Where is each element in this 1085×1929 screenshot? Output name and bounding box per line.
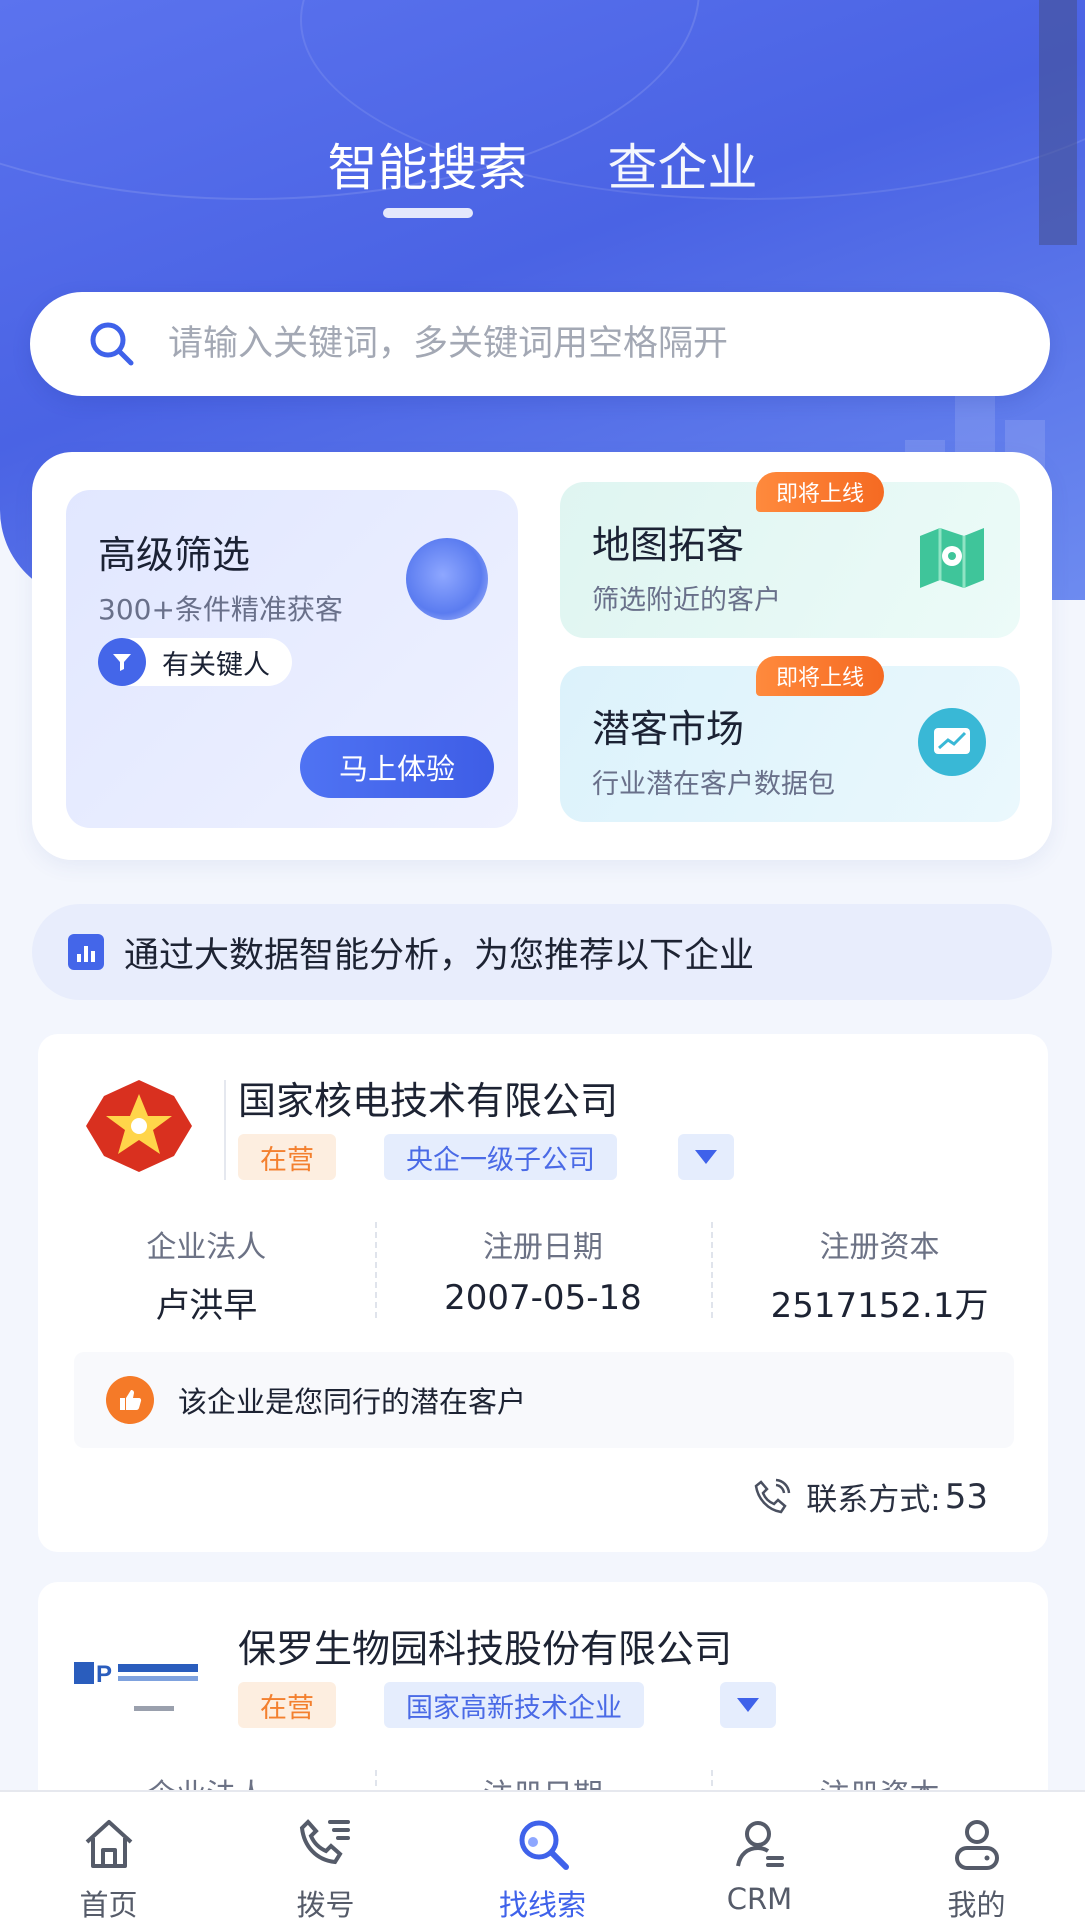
company-type-tag: 国家高新技术企业 [384, 1682, 644, 1728]
nav-crm-label: CRM [726, 1882, 793, 1916]
map-prospecting-title: 地图拓客 [592, 523, 745, 567]
caret-down-icon [695, 1150, 717, 1164]
crm-icon [735, 1821, 784, 1867]
legal-rep-stat: 企业法人 卢洪早 [38, 1214, 375, 1326]
tab-find-company-label: 查企业 [607, 139, 758, 197]
feature-panel: 高级筛选 300+条件精准获客 有关键人 马上体验 即将上线 地图拓客 筛选附近… [32, 452, 1052, 860]
recommendation-notice: 通过大数据智能分析，为您推荐以下企业 [32, 904, 1052, 1000]
thumbs-up-icon [106, 1376, 154, 1424]
nav-find-leads-label: 找线索 [498, 1888, 586, 1922]
advanced-filter-title: 高级筛选 [98, 533, 251, 577]
nav-dial-label: 拨号 [296, 1888, 355, 1922]
company-logo [86, 1080, 192, 1172]
bar-chart-icon [68, 934, 104, 970]
phone-icon [754, 1478, 791, 1513]
contact-label: 联系方式: [806, 1482, 941, 1518]
hint-text: 该企业是您同行的潜在客户 [178, 1385, 527, 1419]
search-icon [90, 322, 134, 366]
active-tab-indicator [382, 208, 473, 218]
register-capital-stat: 注册资本 2517152.1万 [711, 1214, 1048, 1326]
contact-count: 53 [944, 1476, 988, 1517]
trend-board-icon [918, 708, 986, 776]
tab-smart-search-label: 智能搜索 [327, 139, 528, 197]
tab-smart-search[interactable]: 智能搜索 [328, 128, 528, 228]
coming-soon-badge: 即将上线 [756, 656, 885, 696]
stat-label: 企业法人 [146, 1230, 267, 1265]
stat-value: 2517152.1万 [770, 1286, 989, 1326]
nav-home[interactable]: 首页 [0, 1792, 217, 1929]
tab-find-company[interactable]: 查企业 [608, 128, 758, 228]
caret-down-icon [737, 1698, 759, 1712]
company-stats: 企业法人 卢洪早 注册日期 2007-05-18 注册资本 2517152.1万 [38, 1214, 1048, 1326]
status-badge: 在营 [238, 1682, 336, 1728]
prospect-market-title: 潜客市场 [592, 707, 745, 751]
logo-divider [224, 1080, 226, 1180]
nav-home-label: 首页 [79, 1888, 138, 1922]
nav-profile-label: 我的 [947, 1888, 1006, 1922]
company-name[interactable]: 保罗生物园科技股份有限公司 [238, 1618, 732, 1673]
svg-text:P: P [96, 1661, 112, 1688]
advanced-filter-card[interactable]: 高级筛选 300+条件精准获客 有关键人 马上体验 [66, 490, 518, 828]
map-prospecting-subtitle: 筛选附近的客户 [592, 585, 781, 616]
nav-dial[interactable]: 拨号 [217, 1792, 434, 1929]
prospect-market-card[interactable]: 即将上线 潜客市场 行业潜在客户数据包 [560, 656, 1020, 822]
stat-value: 2007-05-18 [444, 1278, 642, 1318]
map-prospecting-card[interactable]: 即将上线 地图拓客 筛选附近的客户 [560, 472, 1020, 638]
stat-label: 注册资本 [819, 1230, 940, 1265]
nav-crm[interactable]: CRM [651, 1792, 868, 1929]
prospect-market-subtitle: 行业潜在客户数据包 [592, 769, 835, 800]
try-now-button[interactable]: 马上体验 [300, 736, 494, 798]
key-person-chip-label: 有关键人 [162, 649, 270, 681]
advanced-filter-subtitle: 300+条件精准获客 [98, 593, 343, 626]
bottom-navigation: 首页 拨号 找线索 CRM 我的 [0, 1790, 1085, 1929]
expand-tags-button[interactable] [720, 1682, 776, 1728]
recommendation-text: 通过大数据智能分析，为您推荐以下企业 [124, 935, 755, 976]
target-icon [406, 538, 488, 620]
nav-profile[interactable]: 我的 [868, 1792, 1085, 1929]
register-date-stat: 注册日期 2007-05-18 [374, 1214, 712, 1324]
phone-dial-icon [299, 1819, 350, 1865]
contact-info-link[interactable]: 联系方式: 53 [752, 1474, 988, 1519]
map-pin-icon [920, 528, 984, 588]
expand-tags-button[interactable] [678, 1134, 734, 1180]
search-bar[interactable] [30, 292, 1050, 396]
search-mode-tabs: 智能搜索 查企业 [0, 128, 1085, 228]
stat-label: 注册日期 [482, 1230, 603, 1265]
key-person-filter-chip[interactable]: 有关键人 [98, 638, 292, 686]
coming-soon-badge: 即将上线 [756, 472, 885, 512]
potential-customer-hint: 该企业是您同行的潜在客户 [74, 1352, 1014, 1448]
nav-find-leads[interactable]: 找线索 [434, 1792, 651, 1929]
stat-value: 卢洪早 [155, 1286, 258, 1326]
company-name[interactable]: 国家核电技术有限公司 [238, 1070, 618, 1125]
search-input[interactable] [168, 324, 968, 364]
company-type-tag: 央企一级子公司 [384, 1134, 617, 1180]
company-logo: P [74, 1661, 198, 1711]
status-badge: 在营 [238, 1134, 336, 1180]
funnel-icon [98, 638, 146, 686]
search-icon [519, 1820, 569, 1870]
company-card[interactable]: 国家核电技术有限公司 在营 央企一级子公司 企业法人 卢洪早 注册日期 2007… [38, 1034, 1048, 1552]
home-icon [85, 1820, 132, 1868]
profile-icon [954, 1820, 999, 1870]
